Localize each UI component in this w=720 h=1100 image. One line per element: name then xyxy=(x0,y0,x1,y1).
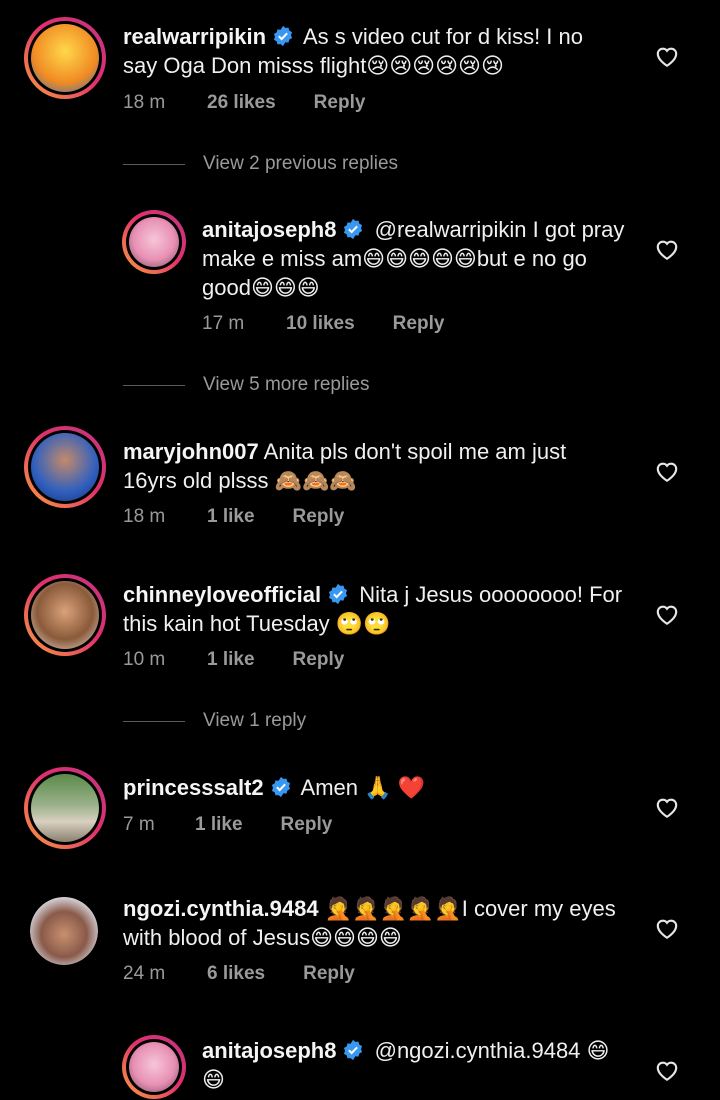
verified-badge-icon xyxy=(271,776,290,798)
verified-badge-icon xyxy=(328,583,348,605)
username[interactable]: ngozi.cynthia.9484 xyxy=(123,896,319,921)
timestamp: 24 m xyxy=(123,963,166,984)
avatar[interactable] xyxy=(122,210,186,274)
username[interactable]: anitajoseph8 xyxy=(202,1038,336,1063)
comment-text: chinneyloveofficial Nita j Jesus ooooooo… xyxy=(123,580,623,638)
view-replies-label: View 2 previous replies xyxy=(203,153,399,174)
view-replies-label: View 5 more replies xyxy=(203,374,370,395)
username[interactable]: anitajoseph8 xyxy=(202,217,336,242)
heart-outline-icon[interactable] xyxy=(654,44,680,68)
heart-outline-icon[interactable] xyxy=(654,916,680,940)
avatar[interactable] xyxy=(24,767,106,849)
view-replies-label: View 1 reply xyxy=(203,710,307,731)
comment-text: maryjohn007 Anita pls don't spoil me am … xyxy=(123,437,623,495)
avatar[interactable] xyxy=(24,574,106,656)
heart-outline-icon[interactable] xyxy=(654,237,680,261)
divider xyxy=(123,720,185,722)
reply-button[interactable]: Reply xyxy=(303,963,355,985)
username[interactable]: realwarripikin xyxy=(123,24,266,49)
comment-meta: 10 m 1 like Reply xyxy=(123,649,344,671)
verified-badge-icon xyxy=(344,1039,363,1061)
username[interactable]: chinneyloveofficial xyxy=(123,582,321,607)
divider xyxy=(123,163,185,165)
heart-outline-icon[interactable] xyxy=(654,795,680,819)
reply-button[interactable]: Reply xyxy=(293,506,345,528)
avatar[interactable] xyxy=(30,897,98,965)
heart-outline-icon[interactable] xyxy=(654,1058,680,1082)
likes-count[interactable]: 1 like xyxy=(195,814,243,836)
likes-count[interactable]: 6 likes xyxy=(207,963,265,985)
reply-button[interactable]: Reply xyxy=(293,649,345,671)
comment-meta: 18 m 26 likes Reply xyxy=(123,92,365,114)
verified-badge-icon xyxy=(274,25,293,47)
heart-outline-icon[interactable] xyxy=(654,459,680,483)
comment-body: Amen 🙏 ❤️ xyxy=(300,775,426,800)
reply-button[interactable]: Reply xyxy=(281,814,333,836)
divider xyxy=(123,384,185,386)
comment-text: realwarripikin As s video cut for d kiss… xyxy=(123,22,623,80)
username[interactable]: maryjohn007 xyxy=(123,439,259,464)
comment-meta: 7 m 1 like Reply xyxy=(123,814,332,836)
username[interactable]: princesssalt2 xyxy=(123,775,264,800)
comment-meta: 17 m 10 likes Reply xyxy=(202,313,444,335)
avatar[interactable] xyxy=(24,426,106,508)
comment-text: ngozi.cynthia.9484 🤦🤦🤦🤦🤦I cover my eyes … xyxy=(123,894,623,952)
likes-count[interactable]: 26 likes xyxy=(207,92,276,114)
reply-button[interactable]: Reply xyxy=(314,92,366,114)
likes-count[interactable]: 1 like xyxy=(207,506,255,528)
view-replies-button[interactable]: View 5 more replies xyxy=(123,374,370,396)
timestamp: 18 m xyxy=(123,506,166,527)
comment-text: anitajoseph8 @realwarripikin I got pray … xyxy=(202,215,632,302)
timestamp: 18 m xyxy=(123,92,166,113)
comment-meta: 18 m 1 like Reply xyxy=(123,506,344,528)
heart-outline-icon[interactable] xyxy=(654,602,680,626)
comment-meta: 24 m 6 likes Reply xyxy=(123,963,355,985)
comment-text: princesssalt2 Amen 🙏 ❤️ xyxy=(123,773,623,802)
verified-badge-icon xyxy=(344,218,363,240)
reply-button[interactable]: Reply xyxy=(393,313,445,335)
timestamp: 10 m xyxy=(123,649,166,670)
view-replies-button[interactable]: View 1 reply xyxy=(123,710,306,732)
avatar[interactable] xyxy=(122,1035,186,1099)
likes-count[interactable]: 10 likes xyxy=(286,313,355,335)
timestamp: 7 m xyxy=(123,814,155,835)
avatar[interactable] xyxy=(24,17,106,99)
timestamp: 17 m xyxy=(202,313,245,334)
likes-count[interactable]: 1 like xyxy=(207,649,255,671)
view-replies-button[interactable]: View 2 previous replies xyxy=(123,153,398,175)
comment-text: anitajoseph8 @ngozi.cynthia.9484 😄😄 xyxy=(202,1036,632,1094)
